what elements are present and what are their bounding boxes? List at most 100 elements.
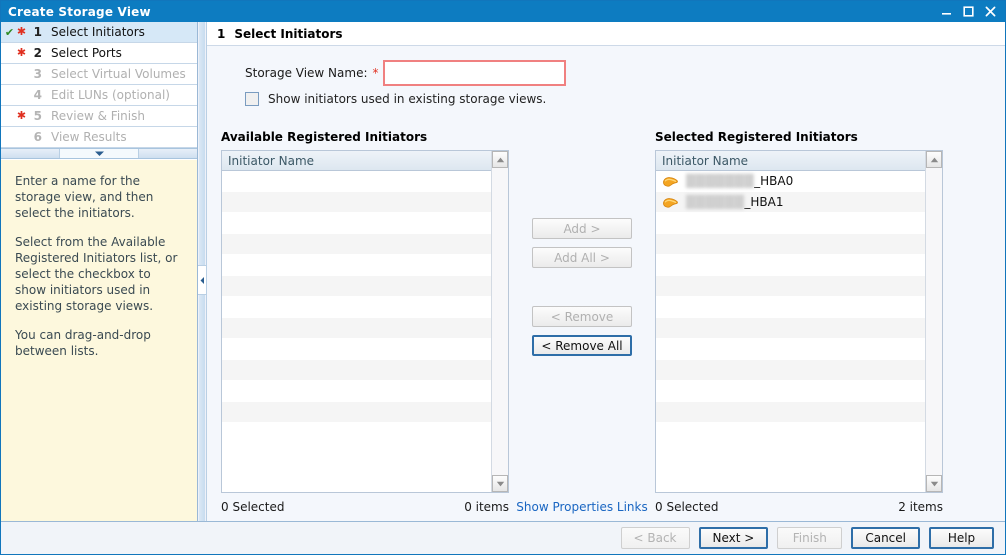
storage-view-name-label: Storage View Name: <box>245 66 368 80</box>
selected-column-header[interactable]: Initiator Name <box>656 151 925 171</box>
storage-view-name-field-wrapper[interactable] <box>382 60 566 86</box>
scroll-up-arrow-icon[interactable] <box>492 151 508 168</box>
table-row-empty[interactable] <box>656 276 925 297</box>
remove-all-button[interactable]: < Remove All <box>532 335 632 356</box>
remove-button[interactable]: < Remove <box>532 306 632 327</box>
wizard-step-1[interactable]: ✔ ✱ 1 Select Initiators <box>1 22 197 43</box>
table-row-empty[interactable] <box>222 423 491 444</box>
table-row-empty[interactable] <box>222 171 491 192</box>
initiator-transfer-lists: Available Registered Initiators Initiato… <box>221 130 991 493</box>
scroll-up-arrow-icon[interactable] <box>926 151 942 168</box>
scroll-down-arrow-icon[interactable] <box>492 475 508 492</box>
table-row-empty[interactable] <box>222 192 491 213</box>
window-title: Create Storage View <box>8 4 151 19</box>
table-row-empty[interactable] <box>656 234 925 255</box>
step-label: Select Initiators <box>51 25 145 39</box>
cancel-button[interactable]: Cancel <box>851 527 920 549</box>
selected-initiators-grid[interactable]: Initiator Name ███████ _HBA0 ██████ _HBA1 <box>655 150 943 493</box>
scrollbar-track[interactable] <box>926 168 942 475</box>
window-controls <box>935 2 1005 21</box>
selected-grid-inner: Initiator Name ███████ _HBA0 ██████ _HBA1 <box>656 151 925 492</box>
chevron-left-icon <box>200 276 204 284</box>
table-row-empty[interactable] <box>222 297 491 318</box>
help-paragraph-2: Select from the Available Registered Ini… <box>15 235 178 313</box>
minimize-button[interactable] <box>935 2 957 21</box>
step-number: 3 <box>33 67 42 81</box>
chevron-down-icon <box>94 151 104 156</box>
available-rows-container[interactable] <box>222 171 491 492</box>
available-selected-count: 0 Selected <box>221 500 285 514</box>
selected-initiators-panel: Selected Registered Initiators Initiator… <box>655 130 943 493</box>
show-properties-links[interactable]: Show Properties Links <box>516 500 647 514</box>
step-number: 5 <box>33 109 42 123</box>
table-row-empty[interactable] <box>656 318 925 339</box>
table-row-empty[interactable] <box>656 297 925 318</box>
close-button[interactable] <box>979 2 1001 21</box>
vertical-splitter[interactable] <box>198 22 207 521</box>
wizard-step-5: ✱ 5 Review & Finish <box>1 106 197 127</box>
step-required-asterisk-icon: ✱ <box>16 24 27 38</box>
table-row-empty[interactable] <box>222 234 491 255</box>
storage-view-name-input[interactable] <box>384 63 564 83</box>
transfer-button-column: Add > Add All > < Remove < Remove All <box>509 130 655 493</box>
selected-rows-container[interactable]: ███████ _HBA0 ██████ _HBA1 <box>656 171 925 492</box>
step-number: 4 <box>33 88 42 102</box>
table-row-empty[interactable] <box>222 255 491 276</box>
table-row-empty[interactable] <box>656 381 925 402</box>
help-button[interactable]: Help <box>929 527 994 549</box>
wizard-step-6: 6 View Results <box>1 127 197 148</box>
available-vertical-scrollbar[interactable] <box>491 151 508 492</box>
table-row-empty[interactable] <box>656 339 925 360</box>
page-step-number: 1 <box>217 26 226 41</box>
hba-initiator-icon <box>663 176 678 187</box>
next-button[interactable]: Next > <box>698 527 769 549</box>
available-initiators-title: Available Registered Initiators <box>221 130 428 144</box>
table-row-empty[interactable] <box>222 276 491 297</box>
table-row[interactable]: ██████ _HBA1 <box>656 192 925 213</box>
back-button[interactable]: < Back <box>620 527 690 549</box>
scroll-down-arrow-icon[interactable] <box>926 475 942 492</box>
table-row-empty[interactable] <box>222 381 491 402</box>
splitter-grip[interactable] <box>59 149 139 158</box>
available-initiators-grid[interactable]: Initiator Name <box>221 150 509 493</box>
help-panel: Enter a name for the storage view, and t… <box>1 159 197 521</box>
step-number: 1 <box>33 25 42 39</box>
table-row-empty[interactable] <box>656 423 925 444</box>
add-all-button[interactable]: Add All > <box>532 247 632 268</box>
step-complete-check-icon: ✔ <box>4 25 15 39</box>
wizard-step-2[interactable]: ✱ 2 Select Ports <box>1 43 197 64</box>
step-label: Edit LUNs (optional) <box>51 88 170 102</box>
storage-view-name-row: Storage View Name: * <box>221 58 991 88</box>
content-area: Storage View Name: * Show initiators use… <box>207 46 1005 521</box>
available-initiators-panel: Available Registered Initiators Initiato… <box>221 130 509 493</box>
selected-items-count: 2 items <box>898 500 943 514</box>
table-row-empty[interactable] <box>222 360 491 381</box>
table-row-empty[interactable] <box>222 318 491 339</box>
step-number: 6 <box>33 130 42 144</box>
step-number: 2 <box>33 46 42 60</box>
finish-button[interactable]: Finish <box>777 527 843 549</box>
table-row-empty[interactable] <box>656 213 925 234</box>
maximize-button[interactable] <box>957 2 979 21</box>
step-required-asterisk-icon: ✱ <box>16 108 27 122</box>
show-existing-initiators-checkbox[interactable] <box>245 92 259 106</box>
hba-initiator-icon <box>663 197 678 208</box>
table-row-empty[interactable] <box>222 402 491 423</box>
table-row-empty[interactable] <box>656 402 925 423</box>
table-row-empty[interactable] <box>222 213 491 234</box>
selected-vertical-scrollbar[interactable] <box>925 151 942 492</box>
table-row[interactable]: ███████ _HBA0 <box>656 171 925 192</box>
scrollbar-track[interactable] <box>492 168 508 475</box>
redacted-initiator-prefix: ███████ <box>686 174 755 188</box>
step-required-asterisk-icon <box>16 73 27 75</box>
add-button[interactable]: Add > <box>532 218 632 239</box>
table-row-empty[interactable] <box>656 360 925 381</box>
table-row-empty[interactable] <box>222 339 491 360</box>
sidebar-horizontal-splitter[interactable] <box>1 148 197 159</box>
splitter-collapse-handle[interactable] <box>198 265 206 295</box>
dialog-footer: < Back Next > Finish Cancel Help <box>1 521 1005 554</box>
show-existing-initiators-row[interactable]: Show initiators used in existing storage… <box>221 92 991 106</box>
table-row-empty[interactable] <box>656 255 925 276</box>
selected-selected-count: 0 Selected <box>655 500 719 514</box>
available-column-header[interactable]: Initiator Name <box>222 151 491 171</box>
